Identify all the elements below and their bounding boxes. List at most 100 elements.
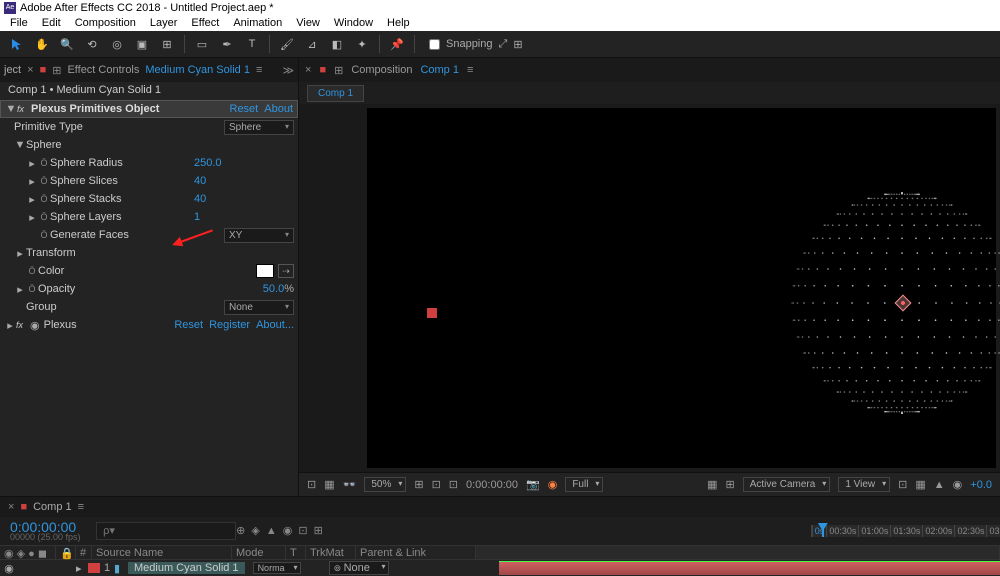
- pen-tool-icon[interactable]: ✒: [216, 33, 238, 55]
- snapping-checkbox[interactable]: [429, 39, 440, 50]
- plexus-reset-link[interactable]: Reset: [174, 319, 203, 331]
- fx-toggle-plexus-icon[interactable]: fx: [16, 320, 30, 330]
- sphere-stacks-value[interactable]: 40: [194, 193, 294, 205]
- timeline-search-input[interactable]: [96, 522, 236, 540]
- col-source[interactable]: Source Name: [92, 546, 232, 559]
- eyedropper-icon[interactable]: ⇢: [278, 264, 294, 278]
- vb-icon-1[interactable]: ⊡: [898, 478, 907, 491]
- close-comp-tab-icon[interactable]: ×: [305, 64, 311, 76]
- stopwatch-slices-icon[interactable]: Ö: [38, 176, 50, 186]
- twirl-slices[interactable]: ▸: [26, 175, 38, 188]
- color-swatch[interactable]: [256, 264, 274, 278]
- magnify-icon[interactable]: ⊡: [307, 478, 316, 491]
- camera-dropdown[interactable]: Active Camera: [743, 477, 831, 492]
- effect-layer-link[interactable]: Medium Cyan Solid 1: [145, 64, 250, 76]
- zoom-dropdown[interactable]: 50%: [364, 477, 406, 492]
- twirl-radius[interactable]: ▸: [26, 157, 38, 170]
- menu-edit[interactable]: Edit: [36, 17, 67, 29]
- col-mode[interactable]: Mode: [232, 546, 286, 559]
- tl-icon-6[interactable]: ⊞: [314, 524, 323, 537]
- table-row[interactable]: ◉ ▸ 1 ▮ Medium Cyan Solid 1 Norma ⊚ None: [0, 560, 1000, 576]
- transparency-icon[interactable]: ⊞: [726, 478, 735, 491]
- brush-tool-icon[interactable]: 🖌: [276, 33, 298, 55]
- fx-toggle-icon[interactable]: fx: [17, 104, 31, 114]
- menu-window[interactable]: Window: [328, 17, 379, 29]
- generate-faces-dropdown[interactable]: XY: [224, 228, 294, 243]
- tl-comp-tab[interactable]: Comp 1: [33, 501, 72, 513]
- tab-project[interactable]: ject: [4, 64, 21, 76]
- snapshot-icon[interactable]: 📷: [526, 478, 540, 491]
- menu-help[interactable]: Help: [381, 17, 416, 29]
- visibility-toggle-icon[interactable]: ◉: [0, 562, 18, 575]
- stopwatch-layers-icon[interactable]: Ö: [38, 212, 50, 222]
- vb-icon-4[interactable]: ◉: [953, 478, 963, 491]
- rectangle-tool-icon[interactable]: ▭: [191, 33, 213, 55]
- blend-mode-dropdown[interactable]: Norma: [253, 562, 301, 574]
- about-link[interactable]: About: [264, 103, 293, 115]
- time-display[interactable]: 0:00:00:00: [466, 479, 518, 491]
- snap-opt-1-icon[interactable]: ⤢: [499, 38, 508, 51]
- twirl-layers[interactable]: ▸: [26, 211, 38, 224]
- lock-icon[interactable]: ■: [40, 64, 47, 76]
- tl-lock-icon[interactable]: ■: [20, 501, 27, 513]
- pan-behind-tool-icon[interactable]: ⊞: [156, 33, 178, 55]
- stopwatch-faces-icon[interactable]: Ö: [38, 230, 50, 240]
- twirl-plexus-obj[interactable]: ▼: [5, 103, 17, 115]
- zoom-tool-icon[interactable]: 🔍: [56, 33, 78, 55]
- sphere-layers-value[interactable]: 1: [194, 211, 294, 223]
- col-parent[interactable]: Parent & Link: [356, 546, 476, 559]
- color-mgmt-icon[interactable]: ◉: [548, 478, 558, 491]
- time-ruler[interactable]: 0s 00:30s 01:00s 01:30s 02:00s 02:30s 03…: [811, 525, 1000, 537]
- vb-icon-3[interactable]: ▲: [934, 479, 945, 491]
- tl-close-icon[interactable]: ×: [8, 501, 14, 513]
- col-trkmat[interactable]: TrkMat: [306, 546, 356, 559]
- sphere-slices-value[interactable]: 40: [194, 175, 294, 187]
- menu-layer[interactable]: Layer: [144, 17, 184, 29]
- guides-icon[interactable]: ⊡: [432, 478, 441, 491]
- stopwatch-color-icon[interactable]: Ö: [26, 266, 38, 276]
- layer-color-icon[interactable]: [88, 563, 100, 573]
- stopwatch-stacks-icon[interactable]: Ö: [38, 194, 50, 204]
- trkmat-dropdown[interactable]: ⊚ None: [329, 561, 389, 575]
- eraser-tool-icon[interactable]: ◧: [326, 33, 348, 55]
- selection-tool-icon[interactable]: [6, 33, 28, 55]
- tl-icon-5[interactable]: ⊡: [298, 524, 307, 537]
- grid-icon[interactable]: ▦: [324, 478, 334, 491]
- mask-icon[interactable]: 👓: [343, 478, 357, 491]
- opacity-value[interactable]: 50.0: [263, 283, 284, 295]
- menu-effect[interactable]: Effect: [185, 17, 225, 29]
- quality-dropdown[interactable]: Full: [565, 477, 603, 492]
- tl-icon-4[interactable]: ◉: [283, 524, 293, 537]
- camera-tool-icon[interactable]: ▣: [131, 33, 153, 55]
- twirl-sphere[interactable]: ▼: [14, 139, 26, 151]
- channel-icon[interactable]: ⊡: [449, 478, 458, 491]
- layer-duration-bar[interactable]: [499, 561, 1000, 575]
- resolution-icon[interactable]: ⊞: [414, 478, 423, 491]
- stopwatch-radius-icon[interactable]: Ö: [38, 158, 50, 168]
- tl-icon-3[interactable]: ▲: [266, 525, 277, 537]
- twirl-layer[interactable]: ▸: [76, 562, 88, 575]
- snap-opt-2-icon[interactable]: ⊞: [513, 38, 522, 51]
- reset-link[interactable]: Reset: [230, 103, 259, 115]
- stopwatch-opacity-icon[interactable]: Ö: [26, 284, 38, 294]
- tl-icon-2[interactable]: ◈: [251, 524, 259, 537]
- puppet-tool-icon[interactable]: 📌: [386, 33, 408, 55]
- close-tab-icon[interactable]: ×: [27, 64, 33, 76]
- clone-tool-icon[interactable]: ⊿: [301, 33, 323, 55]
- twirl-stacks[interactable]: ▸: [26, 193, 38, 206]
- hand-tool-icon[interactable]: ✋: [31, 33, 53, 55]
- plexus-register-link[interactable]: Register: [209, 319, 250, 331]
- draft-icon[interactable]: ▦: [707, 478, 717, 491]
- views-dropdown[interactable]: 1 View: [838, 477, 890, 492]
- vb-icon-2[interactable]: ▦: [915, 478, 925, 491]
- tab-effect-controls[interactable]: Effect Controls: [67, 64, 139, 76]
- composition-viewport[interactable]: [299, 104, 1000, 472]
- roto-tool-icon[interactable]: ✦: [351, 33, 373, 55]
- menu-view[interactable]: View: [290, 17, 326, 29]
- menu-animation[interactable]: Animation: [227, 17, 288, 29]
- comp-tab[interactable]: Comp 1: [307, 85, 364, 102]
- menu-composition[interactable]: Composition: [69, 17, 142, 29]
- tl-icon-1[interactable]: ⊕: [236, 524, 245, 537]
- type-tool-icon[interactable]: T: [241, 33, 263, 55]
- primitive-type-dropdown[interactable]: Sphere: [224, 120, 294, 135]
